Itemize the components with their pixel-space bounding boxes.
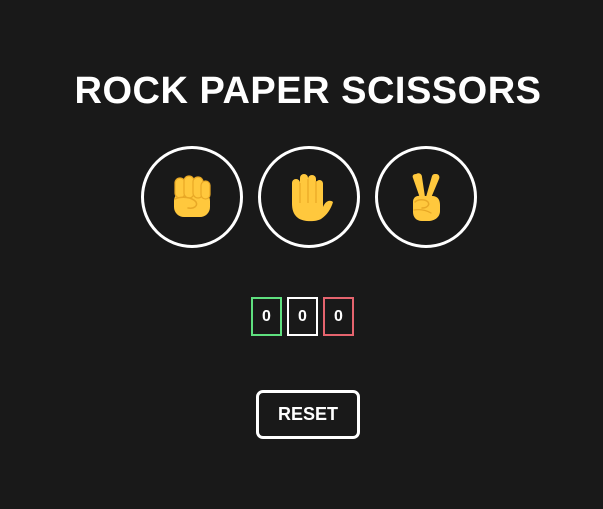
paper-button[interactable] xyxy=(258,146,360,248)
scoreboard: 0 0 0 xyxy=(251,297,354,336)
draws-counter: 0 xyxy=(287,297,318,336)
choice-buttons xyxy=(141,146,477,248)
scissors-button[interactable] xyxy=(375,146,477,248)
reset-button[interactable]: RESET xyxy=(256,390,360,439)
victory-hand-icon xyxy=(412,173,440,221)
wins-counter: 0 xyxy=(251,297,282,336)
losses-counter: 0 xyxy=(323,297,354,336)
game-title: ROCK PAPER SCISSORS xyxy=(74,70,542,113)
raised-fist-icon xyxy=(174,175,211,217)
raised-hand-icon xyxy=(292,174,333,222)
rock-button[interactable] xyxy=(141,146,243,248)
